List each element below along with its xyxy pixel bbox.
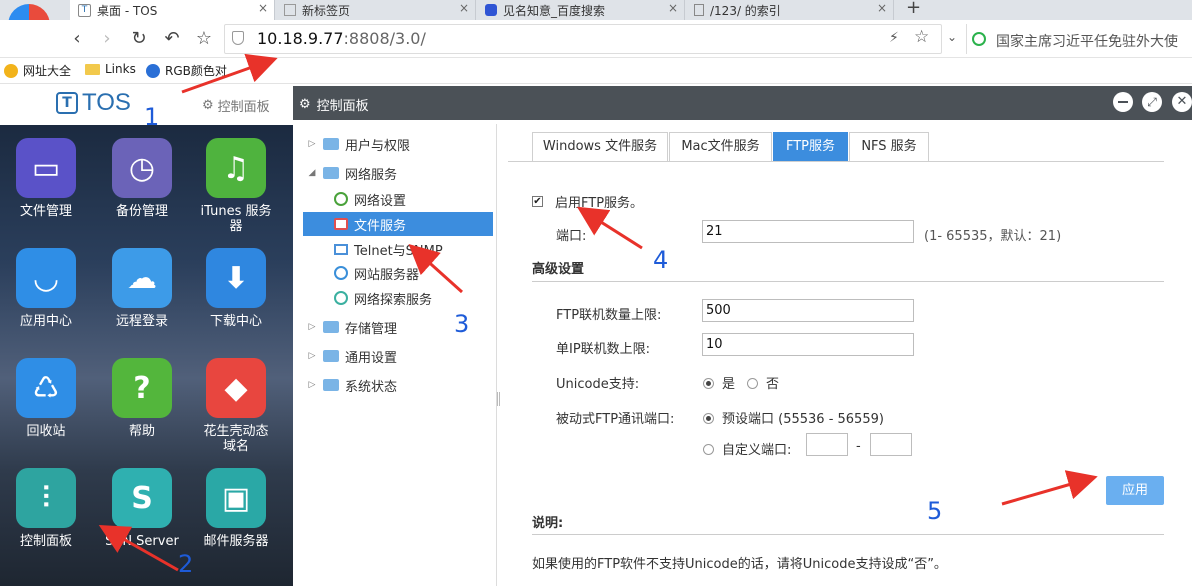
arrow-2	[98, 525, 179, 572]
annotation-number-5: 5	[927, 497, 943, 525]
annotation-number-1: 1	[144, 103, 160, 131]
arrow-5	[1001, 470, 1098, 506]
annotation-number-3: 3	[454, 310, 470, 338]
annotation-number-2: 2	[178, 550, 194, 578]
annotation-arrows	[98, 53, 1098, 572]
annotation-number-4: 4	[653, 246, 669, 274]
arrow-3	[408, 243, 464, 294]
arrow-1	[181, 53, 278, 94]
arrow-4	[576, 206, 643, 250]
